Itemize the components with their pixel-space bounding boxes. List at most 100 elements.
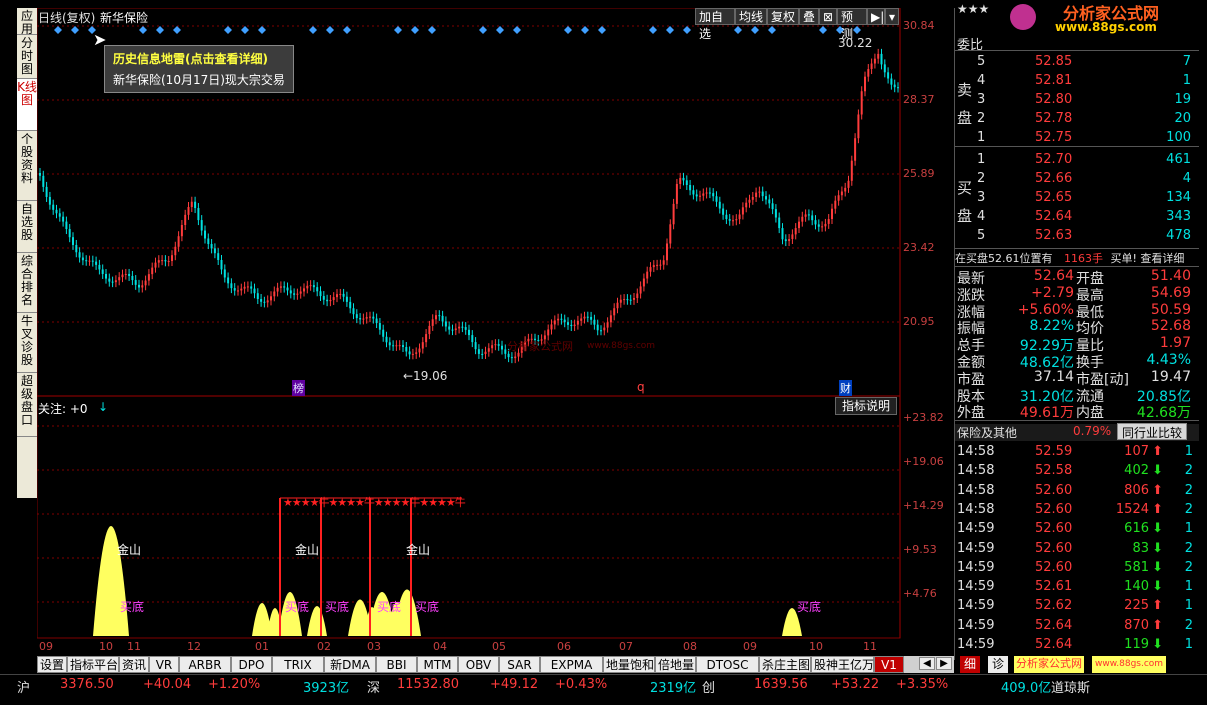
tick-row: 14:59 52.60 616 ⬇ 1 <box>955 521 1199 538</box>
indicator-tab-17[interactable]: 股神王亿万 <box>811 656 874 673</box>
event-cai[interactable]: 财 <box>839 380 852 396</box>
toolbar-button-3[interactable]: 叠 <box>799 8 819 25</box>
bottom-brand-url: www.88gs.com <box>1092 656 1167 673</box>
tick-count: 2 <box>1184 501 1193 517</box>
scroll-left-icon[interactable]: ◀ <box>919 657 935 670</box>
event-bang[interactable]: 榜 <box>292 380 305 396</box>
buy-level[interactable]: 1 52.70 461 <box>955 152 1199 169</box>
left-tab-2[interactable]: K线图 <box>17 79 37 131</box>
divider <box>955 248 1199 249</box>
indicator-attention-label: 关注: +0 <box>38 402 88 416</box>
indicator-tab-18[interactable]: V1 <box>874 656 904 673</box>
kline-chart[interactable]: 日线(复权) 新华保险 加自选 均线 复权叠 ⊠ 预测 ▶| ▾ 30.84 28.37 25.… <box>37 8 954 660</box>
level-num: 4 <box>977 73 986 88</box>
buy-level[interactable]: 4 52.64 343 <box>955 209 1199 226</box>
toolbar-button-0[interactable]: 加自选 <box>695 8 735 41</box>
left-tab-1[interactable]: 分时图 <box>17 35 37 79</box>
level-volume: 461 <box>1166 152 1191 167</box>
buy-level[interactable]: 5 52.63 478 <box>955 228 1199 245</box>
brand-banner: ★★★ 分析家公式网 www.88gs.com <box>955 0 1199 34</box>
tick-time: 14:58 <box>957 482 995 498</box>
stat-value: +5.60% <box>1017 301 1074 318</box>
indicator-tab-14[interactable]: 倍地量 <box>655 656 696 673</box>
scroll-right-icon[interactable]: ▶ <box>936 657 952 670</box>
indicator-tab-9[interactable]: MTM <box>417 656 458 673</box>
tab-diagnose[interactable]: 诊 <box>988 656 1009 673</box>
indicator-tab-16[interactable]: 杀庄主图 <box>759 656 811 673</box>
toolbar-button-2[interactable]: 复权 <box>767 8 799 25</box>
buy-level[interactable]: 3 52.65 134 <box>955 190 1199 207</box>
sell-level[interactable]: 4 52.81 1 <box>955 73 1199 90</box>
indicator-tab-bar: 设置 指标平台 资讯 VR ARBR DPO TRIX 新DMA BBI MTM OBV SAR EXP… <box>37 656 954 673</box>
level-volume: 478 <box>1166 228 1191 243</box>
stat-row: 股本 31.20亿 流通 20.85亿 <box>955 386 1199 405</box>
stat-value: 37.14 <box>1033 368 1074 385</box>
sell-level[interactable]: 3 52.80 19 <box>955 92 1199 109</box>
indicator-tab-1[interactable]: 指标平台 <box>67 656 119 673</box>
buy-level[interactable]: 2 52.66 4 <box>955 171 1199 188</box>
toolbar-button-4[interactable]: ⊠ <box>819 8 837 25</box>
stat-value: 4.43% <box>1146 352 1191 368</box>
left-tab-0[interactable]: 应用 <box>17 8 37 36</box>
event-q[interactable]: q <box>637 380 645 394</box>
tick-time: 14:59 <box>957 617 995 633</box>
left-tab-4[interactable]: 自选股 <box>17 201 37 253</box>
arrow-up-icon: ⬆ <box>1152 482 1163 498</box>
indicator-tab-6[interactable]: TRIX <box>272 656 324 673</box>
period-label[interactable]: 日线(复权) <box>38 9 95 26</box>
level-price: 52.70 <box>1035 152 1073 167</box>
tick-price: 52.60 <box>1035 521 1073 537</box>
indicator-tab-7[interactable]: 新DMA <box>324 656 376 673</box>
toolbar-button-5[interactable]: 预测 <box>837 8 867 41</box>
tick-price: 52.60 <box>1035 482 1073 498</box>
indicator-tab-2[interactable]: 资讯 <box>119 656 149 673</box>
maidi-label-3: 买底 <box>325 600 350 614</box>
info-mine-markers[interactable] <box>54 26 861 34</box>
indicator-tab-5[interactable]: DPO <box>231 656 272 673</box>
sell-level[interactable]: 5 52.85 7 <box>955 54 1199 71</box>
notice-detail-link[interactable]: 买单! 查看详细 <box>1111 252 1185 265</box>
dj-label: 道琼斯 <box>1051 681 1091 696</box>
tick-count: 2 <box>1184 617 1193 633</box>
indicator-tab-0[interactable]: 设置 <box>37 656 67 673</box>
indicator-tick: +19.06 <box>903 455 944 468</box>
sell-level[interactable]: 2 52.78 20 <box>955 111 1199 128</box>
stat-value: 52.64 <box>1033 268 1074 284</box>
level-num: 1 <box>977 130 986 145</box>
tick-volume: 119 <box>1124 637 1149 652</box>
left-tab-3[interactable]: 个股资料 <box>17 131 37 201</box>
toolbar-button-7[interactable]: ▾ <box>885 8 899 25</box>
indicator-tab-10[interactable]: OBV <box>458 656 499 673</box>
big-order-notice[interactable]: 在买盘52.61位置有 1163手 买单! 查看详细 <box>955 250 1199 267</box>
watermark-url: www.88gs.com <box>587 341 656 351</box>
industry-compare-button[interactable]: 同行业比较 <box>1117 423 1188 440</box>
tick-volume: 616 <box>1124 521 1149 537</box>
tooltip-title[interactable]: 历史信息地雷(点击查看详细) <box>113 50 285 67</box>
left-tab-7[interactable]: 超级盘口 <box>17 373 37 437</box>
indicator-tab-11[interactable]: SAR <box>499 656 540 673</box>
level-num: 4 <box>977 209 986 224</box>
indicator-explain-button[interactable]: 指标说明 <box>835 397 898 415</box>
info-mine-tooltip[interactable]: 历史信息地雷(点击查看详细) 新华保险(10月17日)现大宗交易 <box>104 45 294 93</box>
toolbar-button-1[interactable]: 均线 <box>735 8 767 25</box>
tick-count: 1 <box>1184 521 1193 537</box>
left-tab-6[interactable]: 牛叉诊股 <box>17 313 37 373</box>
tick-count: 1 <box>1184 637 1193 652</box>
sell-level[interactable]: 1 52.75 100 <box>955 130 1199 147</box>
indicator-tab-3[interactable]: VR <box>149 656 179 673</box>
toolbar-button-6[interactable]: ▶| <box>867 8 885 25</box>
tick-row: 14:58 52.58 402 ⬇ 2 <box>955 463 1199 480</box>
tab-detail[interactable]: 细 <box>960 656 981 673</box>
stat-row: 金额 48.62亿 换手 4.43% <box>955 352 1199 371</box>
arrow-down-icon: ⬇ <box>1152 579 1163 595</box>
indicator-tab-13[interactable]: 地量饱和 <box>603 656 655 673</box>
maidi-label-5: 买底 <box>415 600 440 614</box>
indicator-tab-12[interactable]: EXPMA <box>540 656 603 673</box>
indicator-tab-4[interactable]: ARBR <box>179 656 231 673</box>
sz-index: 11532.80 <box>397 677 460 692</box>
month-tick: 05 <box>492 640 506 653</box>
indicator-tab-8[interactable]: BBI <box>376 656 417 673</box>
indicator-tab-15[interactable]: DTOSC <box>696 656 759 673</box>
left-tab-5[interactable]: 综合排名 <box>17 253 37 313</box>
arrow-down-icon: ⬇ <box>1152 521 1163 537</box>
